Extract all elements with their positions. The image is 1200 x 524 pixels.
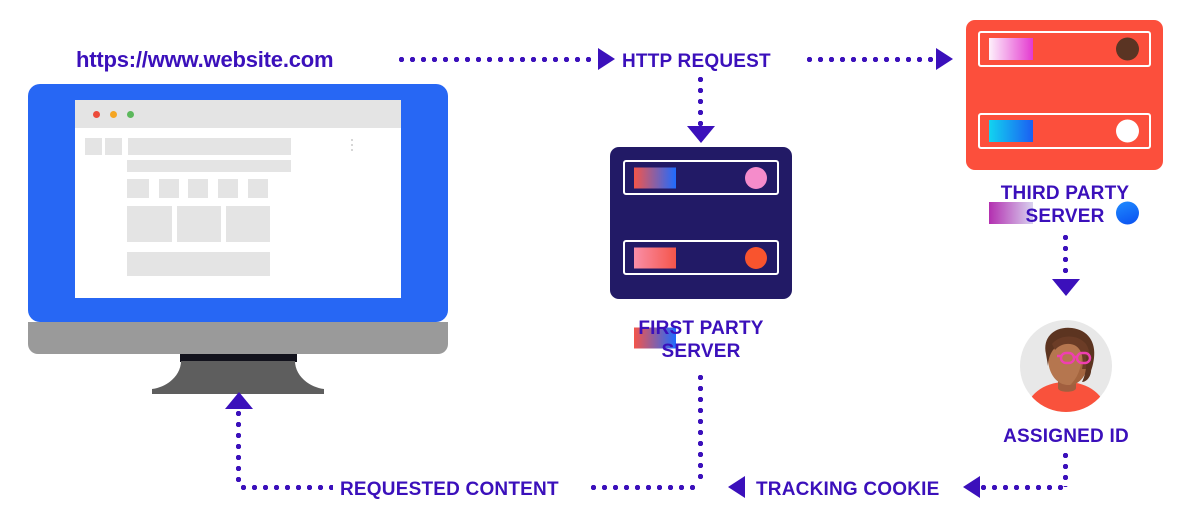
browser-menu-icon (351, 149, 353, 151)
arrow-into-monitor (225, 392, 253, 409)
arrow-out-of-tracking-cookie-left (728, 476, 745, 498)
arrow-into-first-party-server (687, 126, 715, 143)
connector-http-request-to-first-party (698, 74, 703, 128)
traffic-light-minimize-icon (110, 111, 117, 118)
server-bay (978, 113, 1151, 149)
assigned-id-avatar (1020, 320, 1112, 412)
connector-http-request-to-third-party (804, 57, 934, 62)
assigned-id-label: ASSIGNED ID (1003, 426, 1129, 447)
connector-requested-content-to-monitor (238, 485, 333, 490)
first-party-server-label: FIRST PARTY SERVER (638, 318, 764, 363)
desktop-monitor (28, 84, 448, 394)
browser-address-bar-placeholder (128, 138, 291, 155)
first-party-server-chassis (610, 147, 792, 355)
page-block-card (218, 179, 238, 198)
tracking-cookie-label: TRACKING COOKIE (756, 479, 940, 500)
avatar-illustration (1024, 327, 1108, 412)
browser-menu-icon (351, 139, 353, 141)
browser-menu-icon (351, 144, 353, 146)
connector-url-to-http-request (396, 57, 594, 62)
arrow-into-third-party-server (936, 48, 953, 70)
browser-tab-placeholder-2 (105, 138, 122, 155)
page-block-card (159, 179, 179, 198)
connector-assigned-id-down (1063, 450, 1068, 487)
arrow-into-assigned-id (1052, 279, 1080, 296)
traffic-light-close-icon (93, 111, 100, 118)
page-block-footer (127, 252, 270, 276)
connector-third-party-to-assigned-id (1063, 232, 1068, 280)
tracking-flow-diagram: https://www.website.com FIRST PARTY SERV… (0, 0, 1200, 524)
website-url-label: https://www.website.com (76, 47, 334, 72)
connector-first-party-to-requested-content (588, 485, 701, 490)
page-block-tile (127, 206, 172, 242)
page-block-card (188, 179, 208, 198)
traffic-light-maximize-icon (127, 111, 134, 118)
third-party-server (966, 20, 1163, 231)
monitor-screen (75, 100, 401, 298)
bay-chip (989, 38, 1033, 60)
arrow-into-tracking-cookie-right (963, 476, 980, 498)
connector-first-party-down (698, 372, 703, 485)
server-bay (623, 240, 779, 275)
http-request-label: HTTP REQUEST (622, 51, 771, 72)
first-party-server (610, 147, 792, 355)
connector-up-to-monitor (236, 408, 241, 487)
page-block-tile (226, 206, 270, 242)
browser-tab-placeholder-1 (85, 138, 102, 155)
third-party-server-chassis (966, 20, 1163, 231)
bay-status-led (745, 166, 767, 189)
monitor-base-strip (28, 322, 448, 354)
page-block-card (127, 179, 149, 198)
page-block-tile (177, 206, 221, 242)
bay-chip (634, 167, 676, 188)
browser-chrome-bar (75, 100, 401, 128)
monitor-stand (152, 361, 324, 394)
requested-content-label: REQUESTED CONTENT (340, 479, 559, 500)
bay-status-led (745, 246, 767, 269)
page-block-card (248, 179, 268, 198)
server-bay (623, 160, 779, 195)
connector-assigned-id-to-tracking-cookie (978, 485, 1066, 490)
bay-status-led (1116, 119, 1139, 143)
bay-chip (634, 247, 676, 268)
page-block-headline (127, 160, 291, 172)
arrow-into-http-request (598, 48, 615, 70)
bay-status-led (1116, 37, 1139, 61)
server-bay (978, 31, 1151, 67)
third-party-server-label: THIRD PARTY SERVER (1000, 183, 1130, 228)
bay-chip (989, 120, 1033, 142)
